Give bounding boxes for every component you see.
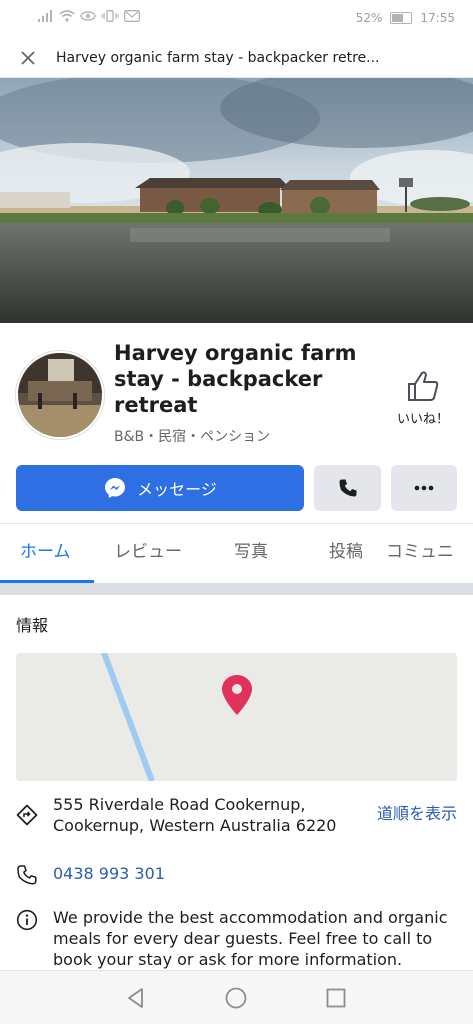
close-button[interactable] <box>0 38 56 78</box>
description-line-2: meals for every dear guests. Feel free t… <box>53 929 433 948</box>
directions-icon <box>16 804 38 826</box>
more-button[interactable] <box>391 465 457 511</box>
phone-icon <box>17 865 37 885</box>
battery-percent: 52% <box>355 11 383 25</box>
description-text: We provide the best accommodation and or… <box>53 907 447 970</box>
page-category: B&B・民宿・ペンション <box>114 429 271 445</box>
phone-row: 0438 993 301 <box>16 862 457 886</box>
page-name: Harvey organic farm stay - backpacker re… <box>114 341 357 417</box>
messenger-icon <box>105 478 126 498</box>
tab-photos[interactable]: 写真 <box>234 524 268 583</box>
status-right: 52% 17:55 <box>356 11 455 25</box>
status-bar: 52% 17:55 <box>0 0 473 38</box>
back-icon[interactable] <box>123 985 149 1011</box>
vibrate-icon <box>101 10 119 22</box>
wifi-icon <box>59 10 75 22</box>
tab-home[interactable]: ホーム <box>20 524 71 583</box>
tab-community[interactable]: コミュニ <box>386 524 454 583</box>
description-line-1: We provide the best accommodation and or… <box>53 908 448 927</box>
page-tabs: ホーム レビュー 写真 投稿 コミュニ <box>0 523 473 583</box>
message-button-label: メッセージ <box>137 480 217 499</box>
tab-posts[interactable]: 投稿 <box>329 524 363 583</box>
like-button[interactable]: いいね！ <box>388 370 458 427</box>
message-button[interactable]: メッセージ <box>16 465 304 511</box>
like-label: いいね！ <box>396 412 449 427</box>
description-row: We provide the best accommodation and or… <box>16 907 457 971</box>
location-map[interactable] <box>16 653 457 781</box>
home-icon[interactable] <box>223 985 249 1011</box>
info-icon <box>16 909 38 931</box>
battery-icon <box>390 12 413 24</box>
phone-number[interactable]: 0438 993 301 <box>53 863 165 884</box>
call-button[interactable] <box>314 465 381 511</box>
profile-avatar[interactable] <box>16 351 104 439</box>
info-section-title: 情報 <box>16 616 49 635</box>
section-divider <box>0 583 473 595</box>
status-icons <box>38 10 140 22</box>
tab-reviews[interactable]: レビュー <box>114 524 182 583</box>
close-icon <box>21 50 35 65</box>
address-text: 555 Riverdale Road Cookernup, Cookernup,… <box>53 794 336 836</box>
phone-icon <box>339 479 356 497</box>
browser-page-title: Harvey organic farm stay - backpacker re… <box>56 49 380 66</box>
browser-title-bar: Harvey organic farm stay - backpacker re… <box>0 38 473 78</box>
signal-icon <box>38 10 52 22</box>
clock: 17:55 <box>420 11 455 25</box>
directions-link[interactable]: 道順を表示 <box>377 800 457 824</box>
address-row: 555 Riverdale Road Cookernup, Cookernup,… <box>16 794 457 838</box>
thumbs-up-icon <box>408 371 439 401</box>
address-line-1: 555 Riverdale Road Cookernup, <box>53 795 306 814</box>
message-notification-icon <box>124 10 140 22</box>
description-line-3: book your stay or ask for more informati… <box>53 950 403 969</box>
cover-photo[interactable] <box>0 78 473 323</box>
address-line-2: Cookernup, Western Australia 6220 <box>53 816 337 835</box>
system-nav-bar <box>0 970 473 1024</box>
recent-apps-icon[interactable] <box>323 985 349 1011</box>
more-icon <box>414 485 434 491</box>
eye-icon <box>80 11 96 21</box>
